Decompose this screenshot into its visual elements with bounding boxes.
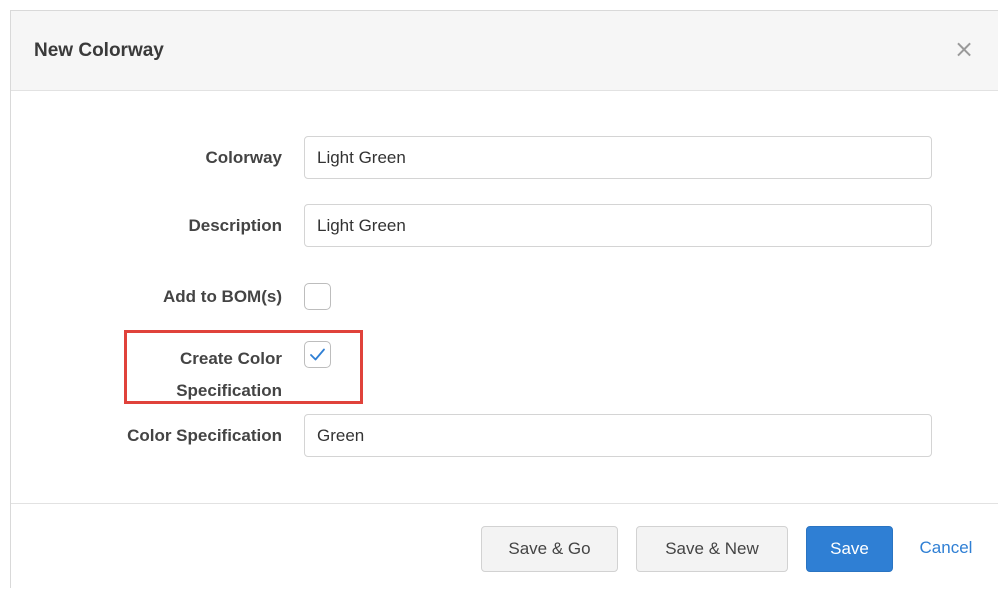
save-and-go-button[interactable]: Save & Go [481, 526, 618, 572]
color-specification-input[interactable] [304, 414, 932, 457]
colorway-label: Colorway [205, 148, 282, 167]
colorway-input[interactable] [304, 136, 932, 179]
description-label: Description [188, 216, 282, 235]
description-row: Description [11, 204, 998, 247]
add-to-bom-row: Add to BOM(s) [11, 283, 998, 311]
new-colorway-dialog: New Colorway × Colorway Description Add … [10, 10, 998, 588]
add-to-bom-label: Add to BOM(s) [163, 287, 282, 306]
colorway-row: Colorway [11, 136, 998, 179]
description-input[interactable] [304, 204, 932, 247]
highlight-annotation [124, 330, 363, 404]
save-and-new-button[interactable]: Save & New [636, 526, 788, 572]
dialog-header: New Colorway × [11, 11, 998, 91]
dialog-footer: Save & Go Save & New Save Cancel [11, 503, 998, 590]
dialog-title: New Colorway [34, 40, 164, 61]
color-specification-row: Color Specification [11, 414, 998, 457]
add-to-bom-checkbox[interactable] [304, 283, 331, 310]
save-button[interactable]: Save [806, 526, 893, 572]
cancel-button[interactable]: Cancel [906, 526, 986, 572]
color-specification-label: Color Specification [127, 426, 282, 445]
close-icon[interactable]: × [952, 37, 976, 61]
